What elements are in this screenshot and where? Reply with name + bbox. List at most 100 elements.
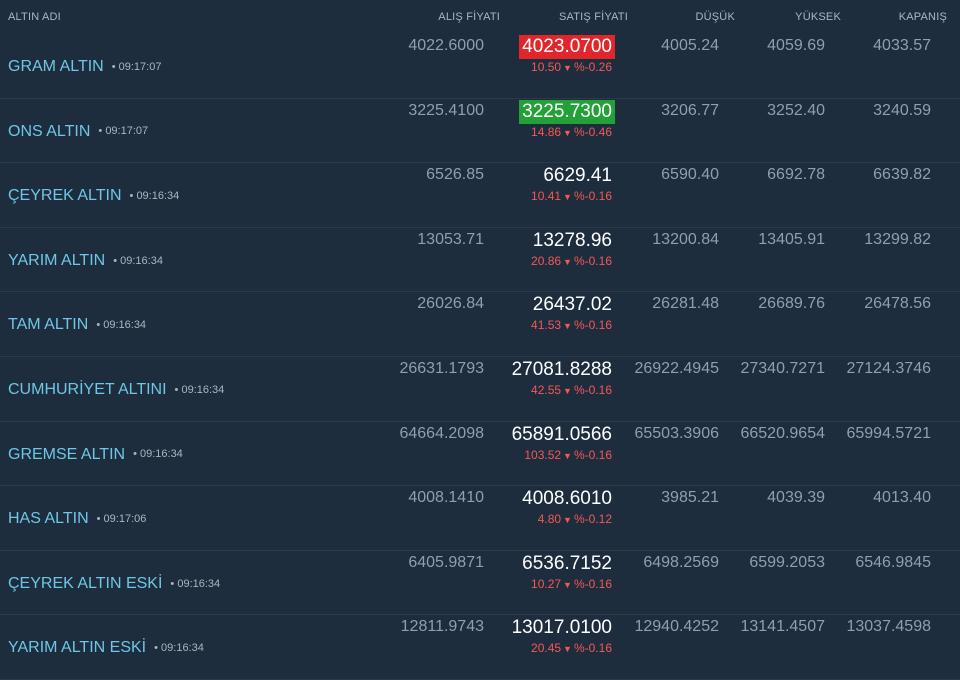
row-time: • 09:16:34: [113, 254, 163, 267]
row-change-pct: %-0.12: [573, 512, 612, 527]
row-time-value: 09:16:34: [177, 577, 221, 590]
row-time-value: 09:17:07: [105, 125, 149, 138]
table-row[interactable]: TAM ALTIN • 09:16:34 26026.84 26437.02 41.53…: [0, 292, 960, 357]
row-alis-value: 26026.84: [417, 295, 484, 313]
table-row[interactable]: CUMHURİYET ALTINI • 09:16:34 26631.1793 270…: [0, 357, 960, 422]
row-name[interactable]: HAS ALTIN • 09:17:06: [8, 510, 146, 528]
row-dusuk-value: 6498.2569: [643, 553, 719, 571]
row-yuksek: 6692.78: [727, 163, 833, 227]
row-yuksek-value: 66520.9654: [740, 424, 825, 442]
row-name[interactable]: ÇEYREK ALTIN • 09:16:34: [8, 187, 179, 205]
row-alis: 13053.71: [360, 228, 492, 292]
row-yuksek-value: 4059.69: [767, 37, 825, 54]
row-kapanis: 6546.9845: [833, 551, 939, 615]
row-dusuk-value: 12940.4252: [634, 618, 719, 636]
row-name[interactable]: YARIM ALTIN ESKİ • 09:16:34: [8, 639, 204, 657]
table-body: GRAM ALTIN • 09:17:07 4022.6000 4023.0700 10…: [0, 34, 960, 680]
row-alis: 6405.9871: [360, 551, 492, 615]
gold-price-table: ALTIN ADI ALIŞ FİYATI SATIŞ FİYATI DÜŞÜK…: [0, 0, 960, 680]
table-row[interactable]: YARIM ALTIN ESKİ • 09:16:34 12811.9743 1301…: [0, 615, 960, 680]
row-time: • 09:17:06: [96, 512, 147, 525]
header-alis[interactable]: ALIŞ FİYATI: [368, 11, 500, 23]
row-satis-value: 6629.41: [543, 165, 612, 187]
row-alis: 64664.2098: [360, 422, 492, 486]
row-yuksek: 27340.7271: [727, 357, 833, 421]
table-row[interactable]: YARIM ALTIN • 09:16:34 13053.71 13278.96 20.…: [0, 228, 960, 293]
table-row[interactable]: GREMSE ALTIN • 09:16:34 64664.2098 65891.05…: [0, 422, 960, 487]
row-name[interactable]: YARIM ALTIN • 09:16:34: [8, 252, 163, 270]
row-name[interactable]: CUMHURİYET ALTINI • 09:16:34: [8, 381, 224, 399]
row-satis: 4023.0700 10.50 ▼ %-0.26: [492, 34, 620, 98]
row-time: • 09:17:07: [111, 60, 162, 73]
row-time-value: 09:17:07: [118, 60, 162, 73]
header-kapanis[interactable]: KAPANIŞ: [841, 11, 947, 23]
row-change-value: 103.52: [524, 447, 562, 462]
row-alis-value: 6526.85: [426, 166, 484, 184]
row-name-cell: YARIM ALTIN • 09:16:34: [0, 228, 360, 292]
row-dusuk: 13200.84: [620, 228, 727, 292]
row-change: 10.41 ▼ %-0.16: [492, 189, 612, 203]
header-dusuk[interactable]: DÜŞÜK: [628, 11, 735, 23]
row-kapanis-value: 13299.82: [864, 230, 931, 248]
row-change-value: 10.41: [531, 189, 562, 204]
row-name[interactable]: ONS ALTIN • 09:17:07: [8, 123, 148, 141]
down-arrow-icon: ▼: [563, 450, 572, 461]
row-alis: 6526.85: [360, 163, 492, 227]
row-name[interactable]: TAM ALTIN • 09:16:34: [8, 316, 146, 334]
row-kapanis-value: 6639.82: [873, 166, 931, 184]
row-name-label: YARIM ALTIN: [8, 251, 106, 269]
row-kapanis-value: 26478.56: [864, 295, 931, 313]
row-alis-value: 13053.71: [417, 230, 484, 248]
row-satis: 27081.8288 42.55 ▼ %-0.16: [492, 357, 620, 421]
row-change-value: 41.53: [531, 318, 562, 333]
row-dusuk: 4005.24: [620, 34, 727, 98]
row-time-value: 09:16:34: [181, 383, 225, 396]
row-satis-value: 3225.7300: [519, 99, 615, 124]
row-alis: 26631.1793: [360, 357, 492, 421]
row-kapanis: 65994.5721: [833, 422, 939, 486]
row-yuksek: 4039.39: [727, 486, 833, 550]
header-satis[interactable]: SATIŞ FİYATI: [500, 11, 628, 23]
row-dusuk: 6498.2569: [620, 551, 727, 615]
header-name[interactable]: ALTIN ADI: [0, 11, 368, 23]
row-change: 10.50 ▼ %-0.26: [492, 60, 612, 74]
row-satis: 13017.0100 20.45 ▼ %-0.16: [492, 615, 620, 679]
row-name-label: HAS ALTIN: [8, 510, 89, 528]
row-name[interactable]: GREMSE ALTIN • 09:16:34: [8, 446, 183, 464]
row-satis-value: 4008.6010: [522, 488, 612, 510]
table-row[interactable]: ÇEYREK ALTIN ESKİ • 09:16:34 6405.9871 6536…: [0, 551, 960, 616]
table-row[interactable]: ONS ALTIN • 09:17:07 3225.4100 3225.7300 14.…: [0, 99, 960, 164]
row-name-cell: GRAM ALTIN • 09:17:07: [0, 34, 360, 98]
row-name-label: ÇEYREK ALTIN: [8, 187, 122, 205]
row-alis: 4022.6000: [360, 34, 492, 98]
row-kapanis-value: 27124.3746: [846, 359, 931, 377]
table-row[interactable]: GRAM ALTIN • 09:17:07 4022.6000 4023.0700 10…: [0, 34, 960, 99]
row-change-value: 20.45: [531, 641, 562, 656]
row-alis-value: 3225.4100: [408, 101, 484, 119]
row-name-label: GRAM ALTIN: [8, 58, 104, 75]
row-name-cell: GREMSE ALTIN • 09:16:34: [0, 422, 360, 486]
row-name[interactable]: GRAM ALTIN • 09:17:07: [8, 58, 161, 76]
table-row[interactable]: ÇEYREK ALTIN • 09:16:34 6526.85 6629.41 10.4…: [0, 163, 960, 228]
table-row[interactable]: HAS ALTIN • 09:17:06 4008.1410 4008.6010 4.8…: [0, 486, 960, 551]
row-name-label: TAM ALTIN: [8, 316, 89, 334]
down-arrow-icon: ▼: [563, 63, 572, 73]
header-yuksek[interactable]: YÜKSEK: [735, 11, 841, 23]
row-name-cell: YARIM ALTIN ESKİ • 09:16:34: [0, 615, 360, 679]
row-dusuk: 3206.77: [620, 99, 727, 163]
row-name-label: GREMSE ALTIN: [8, 445, 126, 463]
row-dusuk-value: 13200.84: [652, 230, 719, 248]
row-time: • 09:16:34: [133, 448, 183, 461]
row-time: • 09:16:34: [174, 383, 225, 396]
row-dusuk-value: 26281.48: [652, 295, 719, 313]
row-yuksek-value: 26689.76: [758, 295, 825, 313]
row-satis-value: 27081.8288: [511, 358, 612, 380]
row-satis-value: 13017.0100: [511, 617, 612, 639]
row-satis: 3225.7300 14.86 ▼ %-0.46: [492, 99, 620, 163]
row-name[interactable]: ÇEYREK ALTIN ESKİ • 09:16:34: [8, 575, 220, 593]
row-change-value: 42.55: [531, 382, 562, 397]
row-yuksek-value: 6692.78: [767, 166, 825, 184]
row-change-value: 10.27: [531, 576, 562, 591]
row-kapanis-value: 4013.40: [873, 489, 931, 507]
row-time: • 09:16:34: [170, 577, 221, 590]
